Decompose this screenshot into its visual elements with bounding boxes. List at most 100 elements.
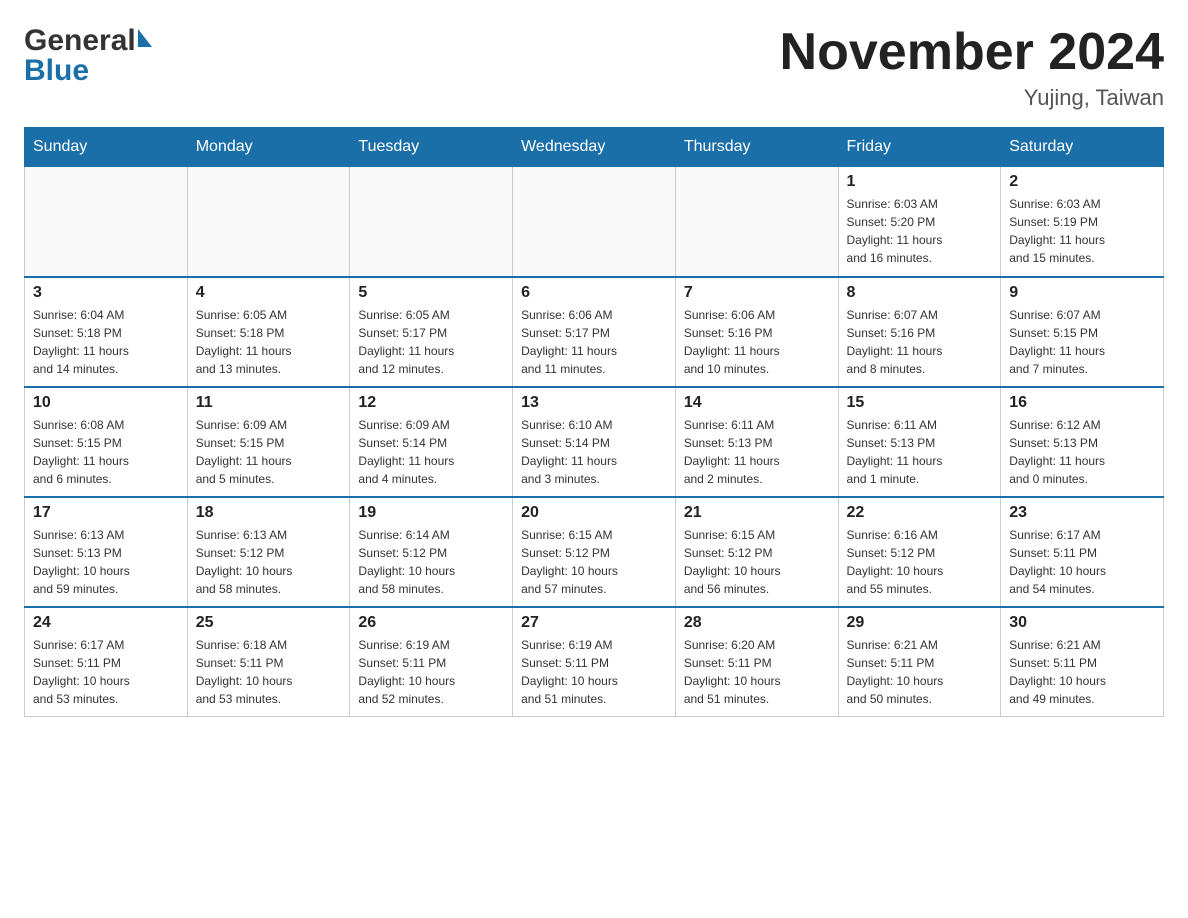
day-info: Sunrise: 6:11 AM Sunset: 5:13 PM Dayligh… (684, 416, 830, 488)
calendar-cell: 21Sunrise: 6:15 AM Sunset: 5:12 PM Dayli… (675, 497, 838, 607)
day-number: 21 (684, 504, 830, 522)
day-info: Sunrise: 6:06 AM Sunset: 5:17 PM Dayligh… (521, 306, 667, 378)
calendar-cell: 30 Sunrise: 6:21 AM Sunset: 5:11 PM Dayli… (1001, 607, 1164, 717)
day-info: Sunrise: 6:03 AM Sunset: 5:20 PM Dayligh… (847, 195, 993, 267)
day-info: Sunrise: 6:07 AM Sunset: 5:16 PM Dayligh… (847, 306, 993, 378)
day-info: Sunrise: 6:03 AM Sunset: 5:19 PM Dayligh… (1009, 195, 1155, 267)
day-number: 11 (196, 394, 342, 412)
logo-general-text: General (24, 24, 136, 58)
day-info: Sunrise: 6:20 AM Sunset: 5:11 PM Dayligh… (684, 636, 830, 708)
day-info: Sunrise: 6:18 AM Sunset: 5:11 PM Dayligh… (196, 636, 342, 708)
calendar-cell: 8Sunrise: 6:07 AM Sunset: 5:16 PM Daylig… (838, 277, 1001, 387)
calendar-cell (675, 167, 838, 277)
calendar-cell: 22 Sunrise: 6:16 AM Sunset: 5:12 PM Dayli… (838, 497, 1001, 607)
calendar-cell (513, 167, 676, 277)
calendar-cell: 18 Sunrise: 6:13 AM Sunset: 5:12 PM Dayli… (187, 497, 350, 607)
day-info: Sunrise: 6:17 AM Sunset: 5:11 PM Dayligh… (1009, 526, 1155, 598)
day-info: Sunrise: 6:17 AM Sunset: 5:11 PM Dayligh… (33, 636, 179, 708)
day-number: 17 (33, 504, 179, 522)
day-number: 25 (196, 614, 342, 632)
day-info: Sunrise: 6:13 AM Sunset: 5:13 PM Dayligh… (33, 526, 179, 598)
day-info: Sunrise: 6:21 AM Sunset: 5:11 PM Dayligh… (1009, 636, 1155, 708)
calendar-cell: 11 Sunrise: 6:09 AM Sunset: 5:15 PM Dayli… (187, 387, 350, 497)
month-title: November 2024 (780, 24, 1164, 81)
day-number: 27 (521, 614, 667, 632)
day-info: Sunrise: 6:09 AM Sunset: 5:14 PM Dayligh… (358, 416, 504, 488)
calendar-cell (25, 167, 188, 277)
day-number: 10 (33, 394, 179, 412)
calendar-row-4: 24 Sunrise: 6:17 AM Sunset: 5:11 PM Dayli… (25, 607, 1164, 717)
calendar-cell: 5Sunrise: 6:05 AM Sunset: 5:17 PM Daylig… (350, 277, 513, 387)
day-number: 2 (1009, 173, 1155, 191)
calendar-row-0: 1 Sunrise: 6:03 AM Sunset: 5:20 PM Daylig… (25, 167, 1164, 277)
day-number: 14 (684, 394, 830, 412)
calendar-row-1: 3 Sunrise: 6:04 AM Sunset: 5:18 PM Daylig… (25, 277, 1164, 387)
day-info: Sunrise: 6:16 AM Sunset: 5:12 PM Dayligh… (847, 526, 993, 598)
calendar-cell: 7Sunrise: 6:06 AM Sunset: 5:16 PM Daylig… (675, 277, 838, 387)
weekday-header-saturday: Saturday (1001, 128, 1164, 167)
calendar-cell: 17 Sunrise: 6:13 AM Sunset: 5:13 PM Dayli… (25, 497, 188, 607)
calendar-cell: 12Sunrise: 6:09 AM Sunset: 5:14 PM Dayli… (350, 387, 513, 497)
day-info: Sunrise: 6:05 AM Sunset: 5:18 PM Dayligh… (196, 306, 342, 378)
calendar-cell (187, 167, 350, 277)
logo-blue-text: Blue (24, 54, 89, 88)
calendar-cell (350, 167, 513, 277)
day-number: 19 (358, 504, 504, 522)
page-header: General Blue November 2024 Yujing, Taiwa… (24, 24, 1164, 111)
location-title: Yujing, Taiwan (780, 85, 1164, 111)
weekday-header-row: SundayMondayTuesdayWednesdayThursdayFrid… (25, 128, 1164, 167)
day-info: Sunrise: 6:19 AM Sunset: 5:11 PM Dayligh… (521, 636, 667, 708)
calendar-cell: 10Sunrise: 6:08 AM Sunset: 5:15 PM Dayli… (25, 387, 188, 497)
day-info: Sunrise: 6:12 AM Sunset: 5:13 PM Dayligh… (1009, 416, 1155, 488)
logo-arrow-icon (138, 29, 152, 47)
day-info: Sunrise: 6:07 AM Sunset: 5:15 PM Dayligh… (1009, 306, 1155, 378)
calendar-row-3: 17 Sunrise: 6:13 AM Sunset: 5:13 PM Dayli… (25, 497, 1164, 607)
title-area: November 2024 Yujing, Taiwan (780, 24, 1164, 111)
day-info: Sunrise: 6:14 AM Sunset: 5:12 PM Dayligh… (358, 526, 504, 598)
day-info: Sunrise: 6:11 AM Sunset: 5:13 PM Dayligh… (847, 416, 993, 488)
weekday-header-sunday: Sunday (25, 128, 188, 167)
day-info: Sunrise: 6:21 AM Sunset: 5:11 PM Dayligh… (847, 636, 993, 708)
calendar-cell: 20 Sunrise: 6:15 AM Sunset: 5:12 PM Dayli… (513, 497, 676, 607)
day-number: 29 (847, 614, 993, 632)
day-info: Sunrise: 6:13 AM Sunset: 5:12 PM Dayligh… (196, 526, 342, 598)
logo: General Blue (24, 24, 152, 88)
weekday-header-thursday: Thursday (675, 128, 838, 167)
calendar-cell: 3 Sunrise: 6:04 AM Sunset: 5:18 PM Daylig… (25, 277, 188, 387)
calendar-cell: 9Sunrise: 6:07 AM Sunset: 5:15 PM Daylig… (1001, 277, 1164, 387)
calendar-cell: 14 Sunrise: 6:11 AM Sunset: 5:13 PM Dayli… (675, 387, 838, 497)
calendar-cell: 4Sunrise: 6:05 AM Sunset: 5:18 PM Daylig… (187, 277, 350, 387)
calendar-cell: 2 Sunrise: 6:03 AM Sunset: 5:19 PM Daylig… (1001, 167, 1164, 277)
day-number: 5 (358, 284, 504, 302)
weekday-header-friday: Friday (838, 128, 1001, 167)
day-info: Sunrise: 6:09 AM Sunset: 5:15 PM Dayligh… (196, 416, 342, 488)
day-number: 1 (847, 173, 993, 191)
calendar-row-2: 10Sunrise: 6:08 AM Sunset: 5:15 PM Dayli… (25, 387, 1164, 497)
day-number: 3 (33, 284, 179, 302)
calendar-cell: 15Sunrise: 6:11 AM Sunset: 5:13 PM Dayli… (838, 387, 1001, 497)
calendar-cell: 28Sunrise: 6:20 AM Sunset: 5:11 PM Dayli… (675, 607, 838, 717)
calendar-cell: 1 Sunrise: 6:03 AM Sunset: 5:20 PM Daylig… (838, 167, 1001, 277)
calendar-cell: 23 Sunrise: 6:17 AM Sunset: 5:11 PM Dayli… (1001, 497, 1164, 607)
calendar-cell: 24 Sunrise: 6:17 AM Sunset: 5:11 PM Dayli… (25, 607, 188, 717)
calendar-table: SundayMondayTuesdayWednesdayThursdayFrid… (24, 127, 1164, 717)
day-number: 6 (521, 284, 667, 302)
calendar-cell: 16Sunrise: 6:12 AM Sunset: 5:13 PM Dayli… (1001, 387, 1164, 497)
day-number: 23 (1009, 504, 1155, 522)
weekday-header-monday: Monday (187, 128, 350, 167)
day-number: 22 (847, 504, 993, 522)
day-info: Sunrise: 6:10 AM Sunset: 5:14 PM Dayligh… (521, 416, 667, 488)
day-number: 13 (521, 394, 667, 412)
calendar-cell: 13 Sunrise: 6:10 AM Sunset: 5:14 PM Dayli… (513, 387, 676, 497)
calendar-cell: 25 Sunrise: 6:18 AM Sunset: 5:11 PM Dayli… (187, 607, 350, 717)
day-number: 30 (1009, 614, 1155, 632)
day-number: 24 (33, 614, 179, 632)
weekday-header-wednesday: Wednesday (513, 128, 676, 167)
day-info: Sunrise: 6:15 AM Sunset: 5:12 PM Dayligh… (521, 526, 667, 598)
day-info: Sunrise: 6:04 AM Sunset: 5:18 PM Dayligh… (33, 306, 179, 378)
day-number: 20 (521, 504, 667, 522)
calendar-cell: 27 Sunrise: 6:19 AM Sunset: 5:11 PM Dayli… (513, 607, 676, 717)
calendar-cell: 26Sunrise: 6:19 AM Sunset: 5:11 PM Dayli… (350, 607, 513, 717)
day-number: 26 (358, 614, 504, 632)
day-number: 18 (196, 504, 342, 522)
